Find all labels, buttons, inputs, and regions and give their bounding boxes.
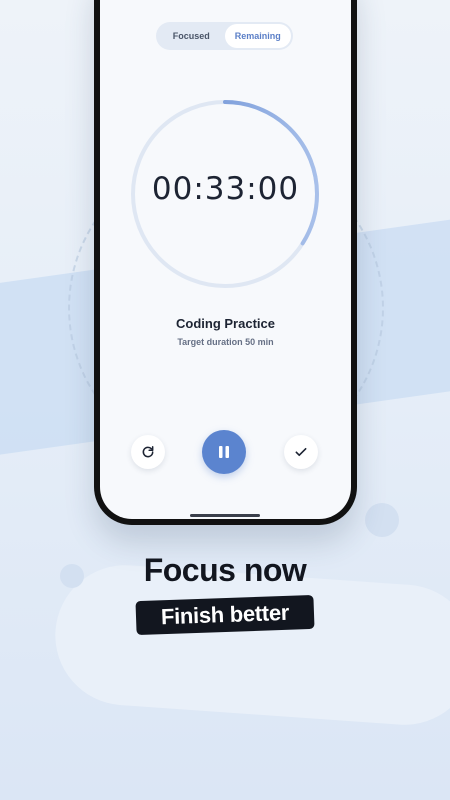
tab-focused[interactable]: Focused [158, 24, 225, 48]
mode-segmented-control: Focused Remaining [156, 22, 293, 50]
phone-screen: Focused Remaining 00:33:00 Coding Practi… [100, 0, 351, 519]
promo-tagline-badge: Finish better [135, 594, 315, 636]
promo-headline: Focus now [143, 552, 307, 588]
task-target-duration: Target duration 50 min [177, 337, 274, 347]
background-dot [365, 503, 399, 537]
phone-frame: Focused Remaining 00:33:00 Coding Practi… [94, 0, 357, 525]
complete-button[interactable] [284, 435, 318, 469]
home-indicator [190, 514, 260, 517]
pause-button[interactable] [202, 430, 246, 474]
refresh-icon [142, 445, 154, 458]
reset-button[interactable] [131, 435, 165, 469]
promo-tagline: Finish better [160, 599, 290, 630]
tab-remaining[interactable]: Remaining [224, 24, 291, 48]
timer-display: 00:33:00 [151, 171, 300, 207]
check-icon [295, 447, 307, 457]
task-title: Coding Practice [176, 316, 275, 331]
pause-icon [219, 446, 229, 458]
